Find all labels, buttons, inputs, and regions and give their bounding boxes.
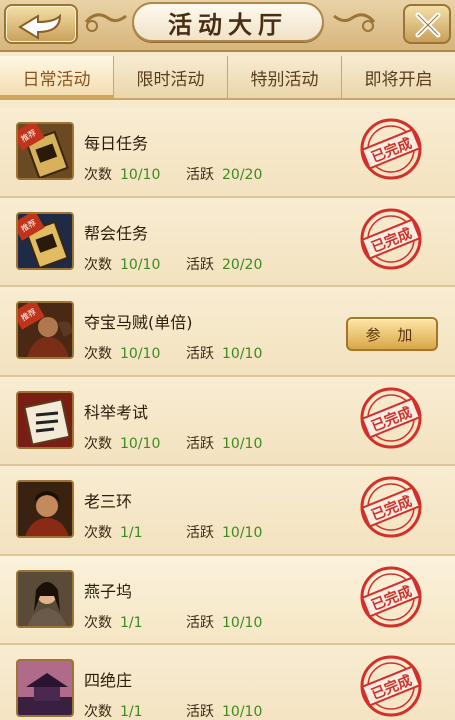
back-button[interactable] — [4, 4, 78, 44]
activity-stat: 活跃 20/20 — [186, 164, 262, 184]
count-value: 10/10 — [120, 435, 161, 452]
activity-value: 20/20 — [222, 167, 263, 183]
count-value: 1/1 — [120, 704, 143, 720]
completed-stamp-icon: 已完成 — [360, 566, 422, 627]
count-value: 10/10 — [120, 256, 161, 273]
activity-row[interactable]: 科举考试 次数 10/10 活跃 10/10 已完成 — [0, 376, 455, 466]
activity-list: 推荐 每日任务 次数 10/10 活跃 20/20 已完成 推荐 帮会任务 次数 10… — [0, 108, 455, 720]
join-button[interactable]: 参 加 — [346, 317, 438, 351]
activity-name: 每日任务 — [84, 134, 149, 153]
back-arrow-icon — [18, 13, 62, 40]
count-label: 次数 — [84, 704, 112, 720]
count-label: 次数 — [84, 167, 112, 183]
count-value: 1/1 — [120, 614, 143, 631]
count-label: 次数 — [84, 435, 112, 452]
count-label: 次数 — [84, 614, 112, 631]
tab-bar: 日常活动 限时活动 特别活动 即将开启 — [0, 56, 455, 100]
activity-label: 活跃 — [186, 435, 214, 452]
activity-name: 夺宝马贼(单倍) — [84, 313, 193, 332]
swordsman-icon[interactable] — [16, 569, 74, 628]
tab-limited[interactable]: 限时活动 — [114, 56, 228, 98]
activity-value: 10/10 — [222, 614, 263, 631]
close-button[interactable] — [403, 4, 451, 44]
activity-name: 四绝庄 — [84, 671, 133, 690]
tab-daily[interactable]: 日常活动 — [0, 56, 114, 98]
activity-name: 科举考试 — [84, 402, 149, 422]
activity-label: 活跃 — [186, 256, 214, 273]
activity-value: 10/10 — [222, 435, 263, 452]
activity-label: 活跃 — [186, 346, 214, 362]
count-label: 次数 — [84, 525, 112, 541]
tab-upcoming[interactable]: 即将开启 — [342, 56, 455, 98]
ornament-right-icon — [333, 13, 376, 32]
activity-name: 燕子坞 — [84, 581, 133, 601]
count-value: 10/10 — [120, 167, 161, 183]
completed-stamp-icon: 已完成 — [360, 387, 422, 448]
activity-stat: 活跃 20/20 — [186, 254, 262, 274]
count-stat: 次数 10/10 — [84, 433, 160, 453]
activity-stat: 活跃 10/10 — [186, 433, 262, 453]
count-stat: 次数 10/10 — [84, 254, 160, 274]
count-stat: 次数 1/1 — [84, 612, 143, 632]
count-stat: 次数 10/10 — [84, 164, 160, 184]
page-title: 活动大厅 — [132, 2, 324, 42]
activity-value: 10/10 — [222, 704, 263, 720]
activity-label: 活跃 — [186, 704, 214, 720]
close-icon — [415, 12, 441, 38]
page-title-text: 活动大厅 — [168, 9, 288, 39]
completed-stamp-icon: 已完成 — [360, 208, 422, 269]
activity-row[interactable]: 四绝庄 次数 1/1 活跃 10/10 已完成 — [0, 645, 455, 720]
header-bar: 活动大厅 — [0, 0, 455, 52]
activity-stat: 活跃 10/10 — [186, 612, 262, 632]
horse-bandit-icon[interactable]: 推荐 — [16, 301, 74, 359]
count-stat: 次数 1/1 — [84, 701, 143, 720]
activity-row[interactable]: 推荐 每日任务 次数 10/10 活跃 20/20 已完成 — [0, 108, 455, 198]
activity-row[interactable]: 老三环 次数 1/1 活跃 10/10 已完成 — [0, 466, 455, 556]
activity-name: 帮会任务 — [84, 223, 149, 243]
activity-value: 10/10 — [222, 346, 263, 362]
activity-row[interactable]: 燕子坞 次数 1/1 活跃 10/10 已完成 — [0, 555, 455, 645]
count-stat: 次数 10/10 — [84, 343, 160, 363]
activity-row[interactable]: 推荐 帮会任务 次数 10/10 活跃 20/20 已完成 — [0, 197, 455, 287]
activity-stat: 活跃 10/10 — [186, 701, 262, 720]
activity-stat: 活跃 10/10 — [186, 522, 262, 542]
guild-badge-icon[interactable]: 推荐 — [16, 211, 74, 270]
count-label: 次数 — [84, 346, 112, 362]
activity-value: 10/10 — [222, 525, 263, 541]
completed-stamp-icon: 已完成 — [360, 118, 422, 180]
count-value: 10/10 — [120, 346, 161, 362]
count-stat: 次数 1/1 — [84, 522, 143, 542]
scroll-badge-icon[interactable]: 推荐 — [16, 122, 74, 180]
activity-stat: 活跃 10/10 — [186, 343, 262, 363]
exam-scroll-icon[interactable] — [16, 390, 74, 449]
tab-special[interactable]: 特别活动 — [228, 56, 342, 98]
activity-label: 活跃 — [186, 525, 214, 541]
activity-label: 活跃 — [186, 614, 214, 631]
ornament-left-icon — [84, 13, 127, 32]
activity-row[interactable]: 推荐 夺宝马贼(单倍) 次数 10/10 活跃 10/10 参 加 — [0, 287, 455, 377]
activity-value: 20/20 — [222, 256, 263, 273]
warriors-icon[interactable] — [16, 480, 74, 538]
count-label: 次数 — [84, 256, 112, 273]
completed-stamp-icon: 已完成 — [360, 476, 422, 538]
count-value: 1/1 — [120, 525, 143, 541]
completed-stamp-icon: 已完成 — [360, 655, 422, 717]
pavilion-icon[interactable] — [16, 659, 74, 717]
activity-name: 老三环 — [84, 492, 133, 511]
activity-label: 活跃 — [186, 167, 214, 183]
